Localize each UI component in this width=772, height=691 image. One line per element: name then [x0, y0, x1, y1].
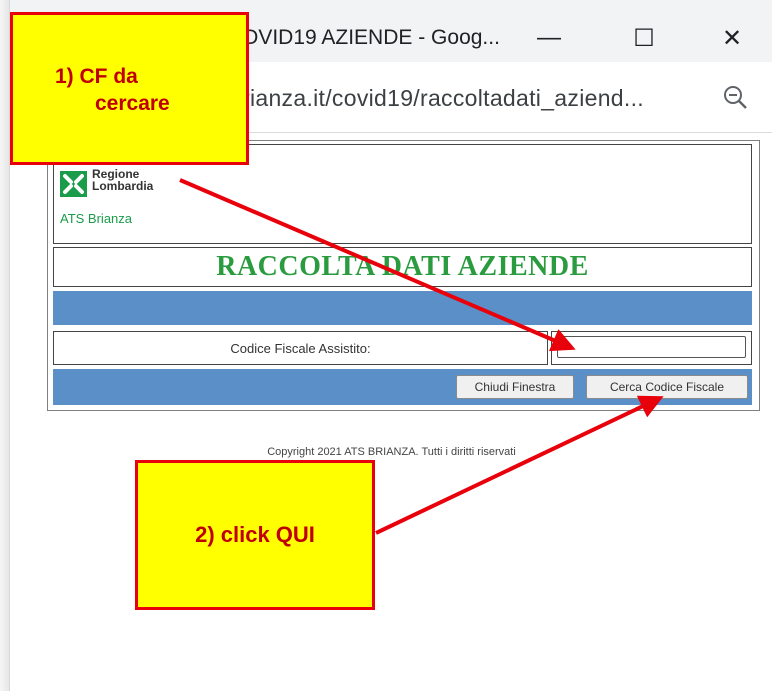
arrow-to-input	[179, 178, 576, 352]
annotation-arrows	[179, 178, 664, 535]
arrow-to-search-button	[375, 395, 664, 535]
